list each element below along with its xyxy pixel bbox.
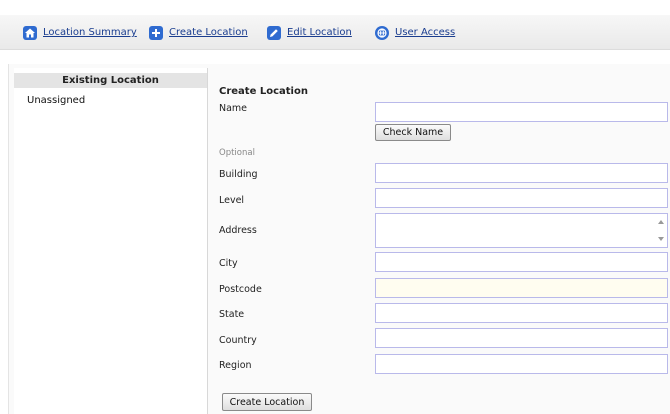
name-input[interactable]: [375, 102, 668, 122]
scroll-down-icon[interactable]: [658, 237, 664, 241]
city-label: City: [219, 258, 238, 269]
country-input[interactable]: [375, 328, 668, 348]
plus-icon: [149, 25, 163, 40]
pencil-icon: [267, 25, 281, 40]
building-input[interactable]: [375, 163, 668, 183]
location-item-unassigned[interactable]: Unassigned: [27, 95, 85, 106]
existing-location-header: Existing Location: [14, 73, 207, 88]
postcode-input[interactable]: [375, 278, 668, 298]
top-navigation-bar: Location Summary Create Location Edit Lo…: [0, 15, 670, 50]
scroll-up-icon[interactable]: [658, 220, 664, 224]
level-input[interactable]: [375, 188, 668, 208]
name-label: Name: [219, 103, 248, 114]
nav-user-access[interactable]: User Access: [375, 24, 455, 41]
state-input[interactable]: [375, 303, 668, 323]
nav-user-access-label[interactable]: User Access: [395, 27, 455, 38]
country-label: Country: [219, 335, 257, 346]
region-input[interactable]: [375, 354, 668, 374]
address-textarea[interactable]: [375, 213, 668, 248]
optional-label: Optional: [219, 148, 255, 158]
level-label: Level: [219, 195, 245, 206]
region-label: Region: [219, 360, 252, 371]
nav-create-location[interactable]: Create Location: [149, 24, 248, 41]
address-label: Address: [219, 225, 257, 236]
building-label: Building: [219, 169, 258, 180]
check-name-button[interactable]: Check Name: [375, 124, 451, 141]
globe-icon: [375, 25, 389, 40]
postcode-label: Postcode: [219, 284, 262, 295]
state-label: State: [219, 309, 245, 320]
create-location-button[interactable]: Create Location: [222, 393, 312, 411]
city-input[interactable]: [375, 252, 668, 272]
form-title: Create Location: [219, 86, 308, 97]
nav-create-location-label[interactable]: Create Location: [169, 27, 248, 38]
nav-edit-location-label[interactable]: Edit Location: [287, 27, 352, 38]
nav-location-summary-label[interactable]: Location Summary: [43, 27, 137, 38]
nav-location-summary[interactable]: Location Summary: [23, 24, 137, 41]
home-icon: [23, 25, 37, 40]
nav-edit-location[interactable]: Edit Location: [267, 24, 352, 41]
existing-location-panel: Existing Location Unassigned: [14, 68, 208, 414]
